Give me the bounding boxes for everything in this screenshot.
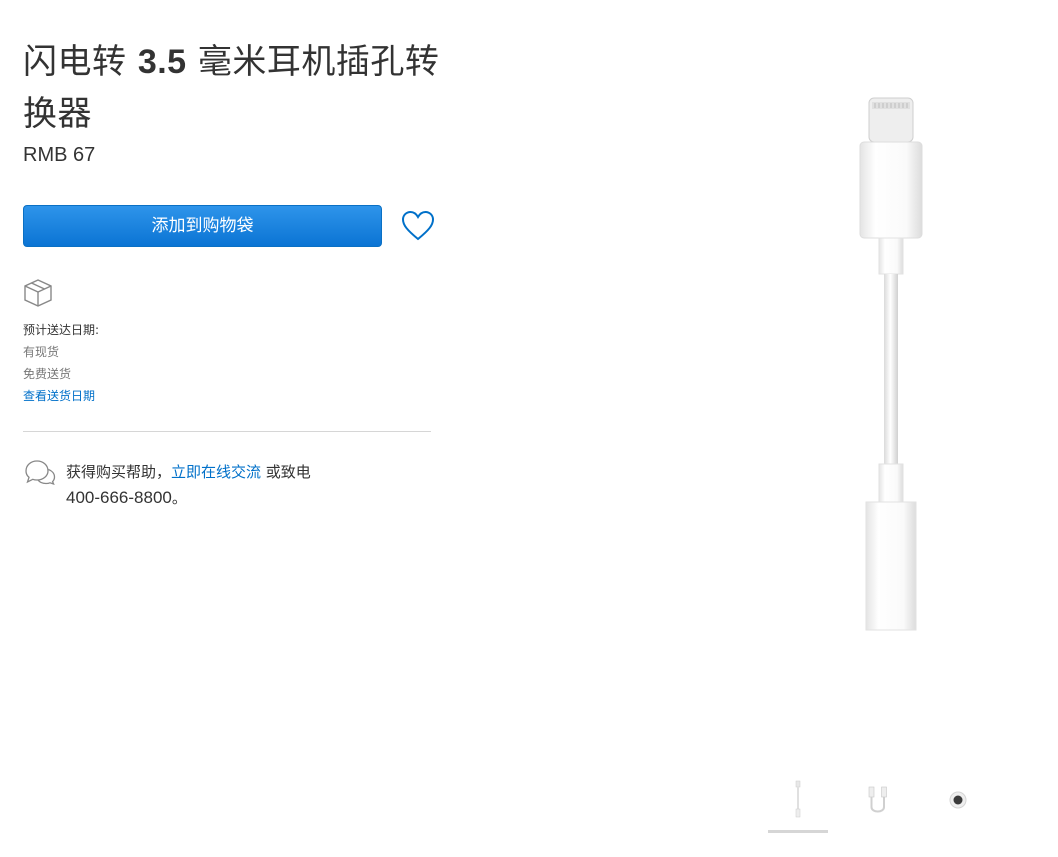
view-delivery-dates-link[interactable]: 查看送货日期 [23, 387, 95, 405]
product-image [859, 97, 923, 631]
adapter-thumbnail-icon [795, 780, 801, 818]
shipping-text: 免费送货 [23, 367, 72, 381]
favorite-button[interactable] [401, 210, 435, 242]
title-number: 3.5 [137, 43, 187, 81]
help-phone: 400-666-8800 [66, 488, 172, 507]
add-to-bag-button[interactable]: 添加到购物袋 [23, 205, 382, 247]
thumbnail-adapter-full[interactable] [768, 775, 828, 833]
chat-icon [25, 460, 56, 485]
help-middle: 或致电 [261, 463, 311, 481]
lightning-connector [868, 97, 914, 143]
image-thumbnails [768, 775, 988, 835]
box-icon [24, 279, 52, 307]
product-price: RMB 67 [23, 144, 96, 166]
thumbnail-selected-indicator [768, 830, 828, 833]
thumbnail-jack-port[interactable] [928, 775, 988, 830]
title-prefix: 闪电转 [23, 42, 138, 82]
jack-port-thumbnail-icon [949, 791, 967, 809]
divider [23, 431, 431, 432]
purchase-help: 获得购买帮助，立即在线交流 或致电 400-666-8800。 [66, 459, 426, 511]
help-prefix: 获得购买帮助， [66, 463, 172, 481]
availability-text: 有现货 [23, 345, 60, 359]
curled-adapter-thumbnail-icon [868, 786, 887, 813]
help-suffix: 。 [171, 489, 187, 507]
chat-now-link[interactable]: 立即在线交流 [171, 463, 261, 481]
delivery-title: 预计送达日期: [23, 323, 100, 337]
product-title: 闪电转 3.5 毫米耳机插孔转换器 [23, 36, 443, 140]
thumbnail-adapter-curled[interactable] [848, 775, 908, 830]
heart-icon [401, 210, 435, 241]
